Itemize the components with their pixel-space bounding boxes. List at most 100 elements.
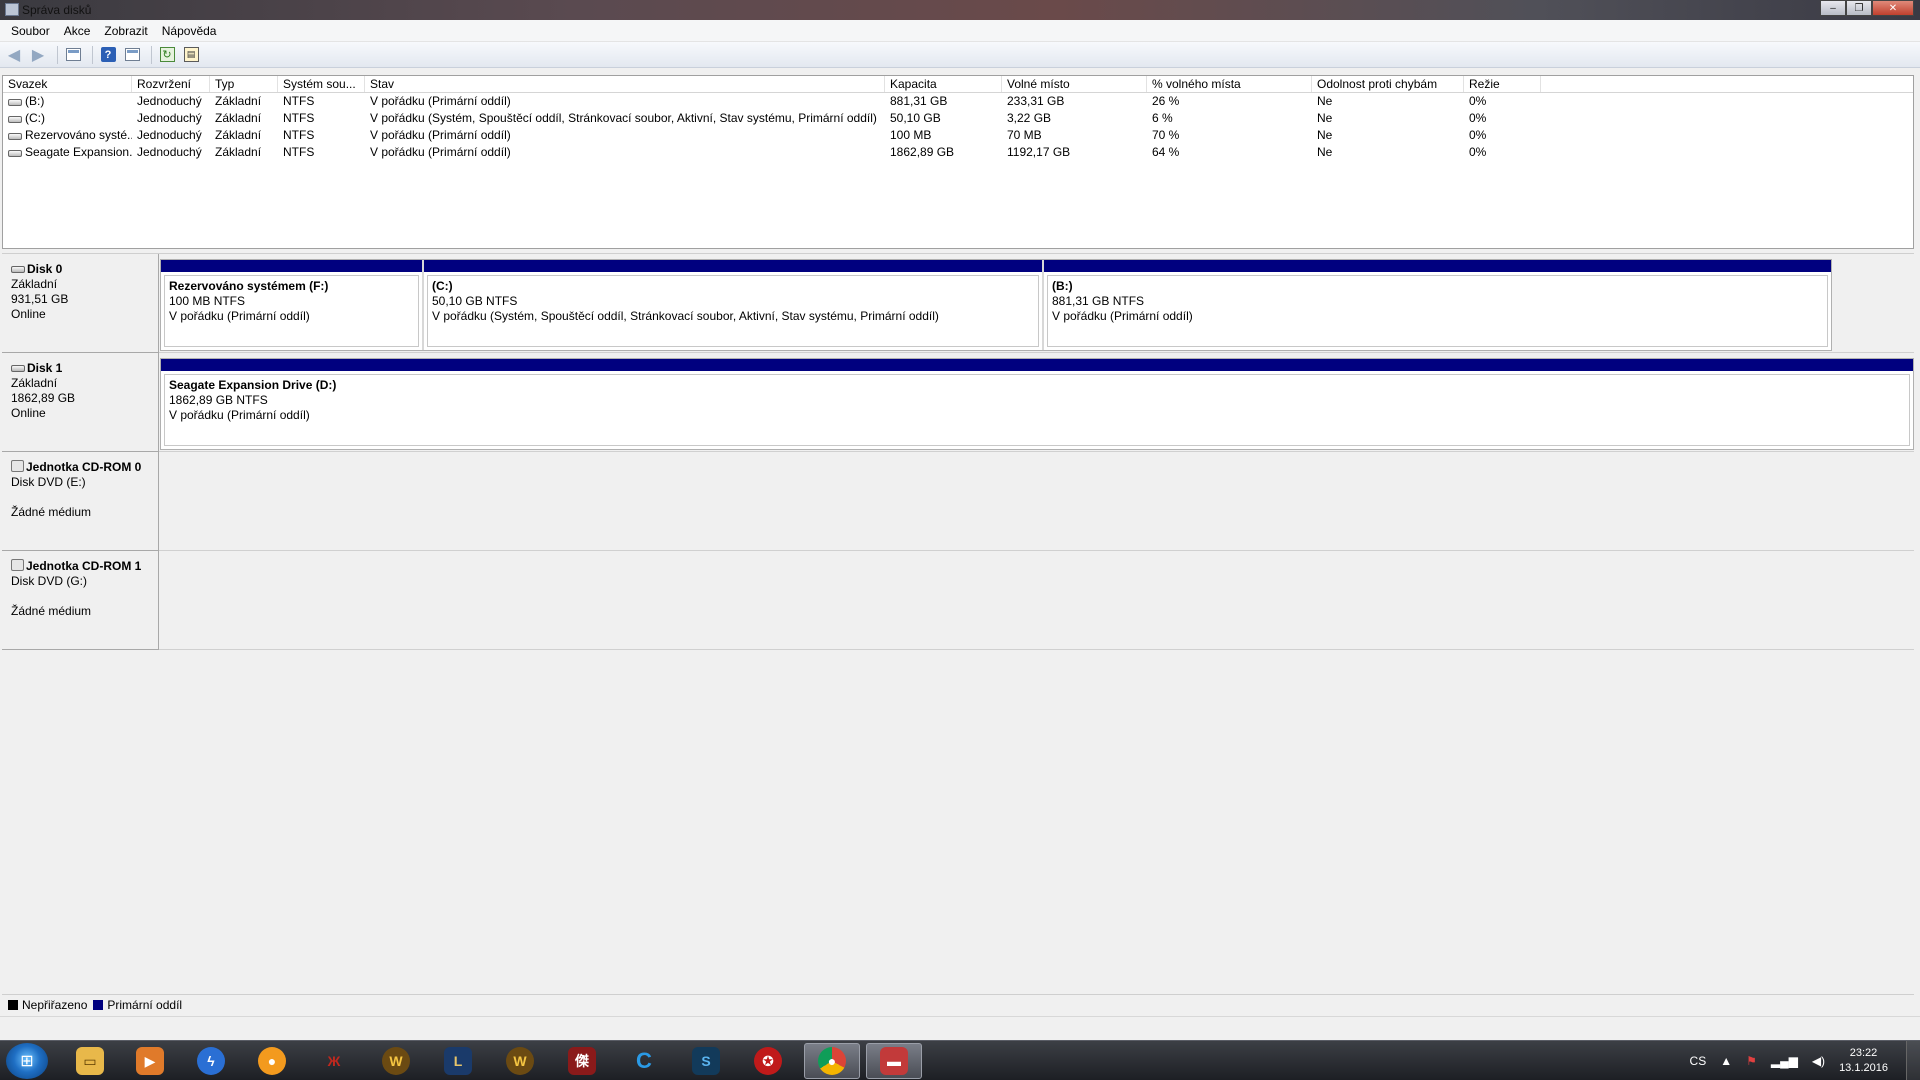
taskbar-app-league[interactable]: L [430,1043,486,1079]
close-button[interactable]: ✕ [1872,0,1914,16]
disk-name-line: Jednotka CD-ROM 0 [11,460,158,475]
action-center-icon[interactable]: ⚑ [1746,1054,1757,1068]
percent-free-cell: 26 % [1152,94,1180,108]
ccleaner-icon: C [636,1048,652,1073]
column-header-volume[interactable]: Svazek [3,76,132,92]
volume-cell: Seagate Expansion... [3,144,132,161]
disk-state: Online [11,406,46,420]
volume-list[interactable]: Svazek Rozvržení Typ Systém sou... Stav … [2,75,1914,249]
partition-block[interactable]: (C:) 50,10 GB NTFS V pořádku (Systém, Sp… [424,260,1044,350]
forward-button[interactable]: ▶ [28,45,48,65]
partition-info: Rezervováno systémem (F:) 100 MB NTFS V … [164,275,419,347]
column-header-status[interactable]: Stav [365,76,885,92]
partition-bar: Rezervováno systémem (F:) 100 MB NTFS V … [160,259,1832,351]
properties-button[interactable]: ▤ [181,45,201,65]
partition-bar: Seagate Expansion Drive (D:) 1862,89 GB … [160,358,1914,450]
taskbar-app-disk-management[interactable]: ▬ [866,1043,922,1079]
column-header-filesystem[interactable]: Systém sou... [278,76,365,92]
back-arrow-icon: ◀ [7,46,21,64]
status-cell: V pořádku (Primární oddíl) [370,145,511,159]
layout-cell: Jednoduchý [137,128,202,142]
volume-name: Seagate Expansion... [25,145,132,159]
type-cell: Základní [215,145,262,159]
column-header-free-space[interactable]: Volné místo [1002,76,1147,92]
taskbar-app-ccleaner[interactable]: C [616,1043,672,1079]
toolbar: ◀ ▶ ? ↻ ▤ [0,42,1920,68]
taskbar-app-explorer[interactable]: ▭ [62,1043,118,1079]
toolbar-separator [151,45,152,64]
table-row[interactable]: (B:) Jednoduchý Základní NTFS V pořádku … [3,93,1913,110]
disk-type: Disk DVD (E:) [11,475,86,489]
network-icon[interactable]: ▂▄▆ [1771,1054,1798,1068]
disk-label[interactable]: Disk 1 Základní 1862,89 GB Online [2,353,159,452]
disk-name-line: Jednotka CD-ROM 1 [11,559,158,574]
show-hide-action-pane-button[interactable] [122,45,142,65]
partition-name: (B:) [1052,279,1073,293]
disk-label[interactable]: Jednotka CD-ROM 0 Disk DVD (E:) Žádné mé… [2,452,159,551]
partition-block[interactable]: Seagate Expansion Drive (D:) 1862,89 GB … [161,359,1913,449]
help-button[interactable]: ? [98,45,118,65]
taskbar-app-lightning[interactable]: ϟ [183,1043,239,1079]
taskbar-app-wow[interactable]: W [368,1043,424,1079]
taskbar-app-game[interactable]: 傑 [554,1043,610,1079]
cd-rom-icon [11,460,24,472]
taskbar-app-raidcall[interactable]: ✪ [740,1043,796,1079]
raidcall-icon: ✪ [754,1047,782,1075]
table-row[interactable]: Seagate Expansion... Jednoduchý Základní… [3,144,1913,161]
column-header-overhead[interactable]: Režie [1464,76,1541,92]
partition-status: V pořádku (Primární oddíl) [169,408,310,422]
menu-view[interactable]: Zobrazit [97,24,154,38]
show-hide-console-tree-button[interactable] [63,45,83,65]
orange-ball-icon: ● [258,1047,286,1075]
refresh-button[interactable]: ↻ [157,45,177,65]
column-header-fault-tolerance[interactable]: Odolnost proti chybám [1312,76,1464,92]
minimize-button[interactable]: – [1820,0,1846,16]
table-row[interactable]: (C:) Jednoduchý Základní NTFS V pořádku … [3,110,1913,127]
column-header-percent-free[interactable]: % volného místa [1147,76,1312,92]
language-indicator[interactable]: CS [1690,1054,1707,1068]
taskbar-app-orange[interactable]: ● [244,1043,300,1079]
disk-label[interactable]: Disk 0 Základní 931,51 GB Online [2,254,159,353]
taskbar-app-media-player[interactable]: ▶ [122,1043,178,1079]
overhead-cell: 0% [1469,128,1487,142]
menu-file[interactable]: Soubor [4,24,57,38]
column-header-capacity[interactable]: Kapacita [885,76,1002,92]
column-header-type[interactable]: Typ [210,76,278,92]
menu-help[interactable]: Nápověda [155,24,224,38]
maximize-button[interactable]: ❐ [1846,0,1872,16]
partition-block[interactable]: Rezervováno systémem (F:) 100 MB NTFS V … [161,260,424,350]
windows-logo-icon: ⊞ [20,1053,34,1070]
capacity-cell: 881,31 GB [890,94,948,108]
folder-icon: ▭ [76,1047,104,1075]
taskbar-app-wow-2[interactable]: W [492,1043,548,1079]
volume-icon[interactable]: ◀) [1812,1054,1825,1068]
disk-name-line: Disk 1 [11,361,158,376]
primary-partition-stripe [161,359,1913,371]
table-row[interactable]: Rezervováno systé... Jednoduchý Základní… [3,127,1913,144]
taskbar-app-starcraft[interactable]: S [678,1043,734,1079]
type-cell: Základní [215,128,262,142]
wow-icon: W [506,1047,534,1075]
show-hidden-icons-icon[interactable]: ▲ [1720,1054,1732,1068]
menu-action[interactable]: Akce [57,24,98,38]
start-button[interactable]: ⊞ [6,1043,48,1079]
disk-label[interactable]: Jednotka CD-ROM 1 Disk DVD (G:) Žádné mé… [2,551,159,650]
taskbar-app-raid[interactable]: Ж [306,1043,362,1079]
disk-row: Disk 0 Základní 931,51 GB Online Rezervo… [2,254,1914,353]
column-header-layout[interactable]: Rozvržení [132,76,210,92]
disk-row: Disk 1 Základní 1862,89 GB Online Seagat… [2,353,1914,452]
primary-partition-stripe [161,260,422,272]
volume-name: (B:) [25,94,45,108]
layout-cell: Jednoduchý [137,94,202,108]
partition-block[interactable]: (B:) 881,31 GB NTFS V pořádku (Primární … [1044,260,1831,350]
back-button[interactable]: ◀ [4,45,24,65]
disk-state: Žádné médium [11,505,92,519]
capacity-cell: 1862,89 GB [890,145,955,159]
free-space-cell: 3,22 GB [1007,111,1052,125]
clock[interactable]: 23:22 13.1.2016 [1839,1046,1888,1076]
disk-name: Disk 1 [27,361,63,375]
legend-swatch [93,999,104,1010]
show-desktop-button[interactable] [1906,1041,1920,1080]
capacity-cell: 50,10 GB [890,111,941,125]
taskbar-app-chrome[interactable]: ● [804,1043,860,1079]
